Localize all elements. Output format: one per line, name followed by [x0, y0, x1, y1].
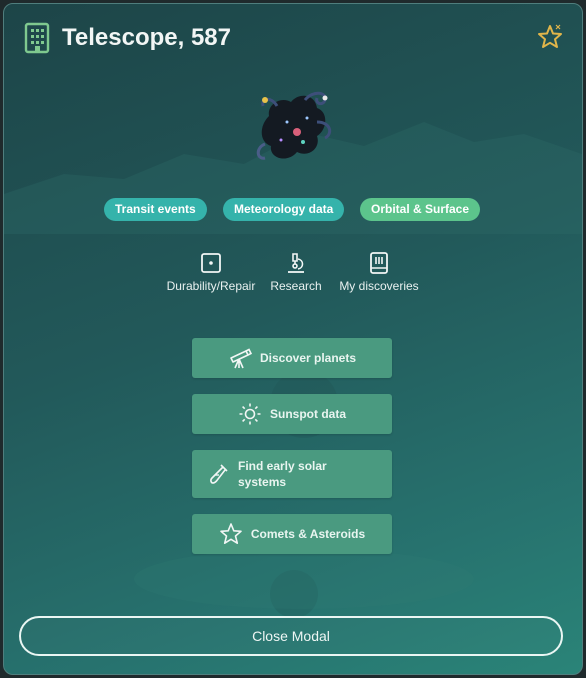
tab-durability-repair-label: Durability/Repair	[166, 279, 256, 293]
find-early-solar-systems-button[interactable]: Find early solar systems	[192, 450, 392, 498]
discover-planets-label: Discover planets	[259, 351, 357, 365]
sunspot-data-button[interactable]: Sunspot data	[192, 394, 392, 434]
find-early-solar-systems-label: Find early solar systems	[238, 459, 327, 489]
discover-planets-button[interactable]: Discover planets	[192, 338, 392, 378]
telescope-modal: Telescope, 587 Transit events Meteorolog…	[3, 3, 583, 675]
tab-research[interactable]: Research	[266, 252, 326, 293]
tab-my-discoveries-label: My discoveries	[339, 279, 419, 293]
modal-header: Telescope, 587	[24, 20, 231, 56]
sunspot-data-label: Sunspot data	[269, 407, 346, 421]
sun-icon	[239, 403, 261, 425]
close-modal-button[interactable]: Close Modal	[19, 616, 563, 656]
tab-my-discoveries[interactable]: My discoveries	[335, 252, 423, 293]
tab-research-label: Research	[270, 279, 322, 293]
building-icon	[24, 22, 50, 54]
star-icon	[220, 523, 242, 544]
comets-asteroids-button[interactable]: Comets & Asteroids	[192, 514, 392, 554]
microscope-icon	[288, 253, 304, 273]
book-icon	[370, 252, 388, 274]
tab-durability-repair[interactable]: Durability/Repair	[164, 252, 258, 293]
tag-transit-events[interactable]: Transit events	[104, 198, 207, 221]
cosmic-creature-illustration	[256, 91, 332, 160]
tag-meteorology-data[interactable]: Meteorology data	[223, 198, 345, 221]
dice-icon	[201, 253, 221, 273]
comets-asteroids-label: Comets & Asteroids	[250, 527, 366, 541]
telescope-icon	[230, 348, 252, 369]
modal-title: Telescope, 587	[62, 24, 231, 51]
test-tube-icon	[210, 464, 228, 484]
favorite-star-icon[interactable]	[536, 22, 566, 52]
tag-orbital-surface[interactable]: Orbital & Surface	[360, 198, 481, 221]
